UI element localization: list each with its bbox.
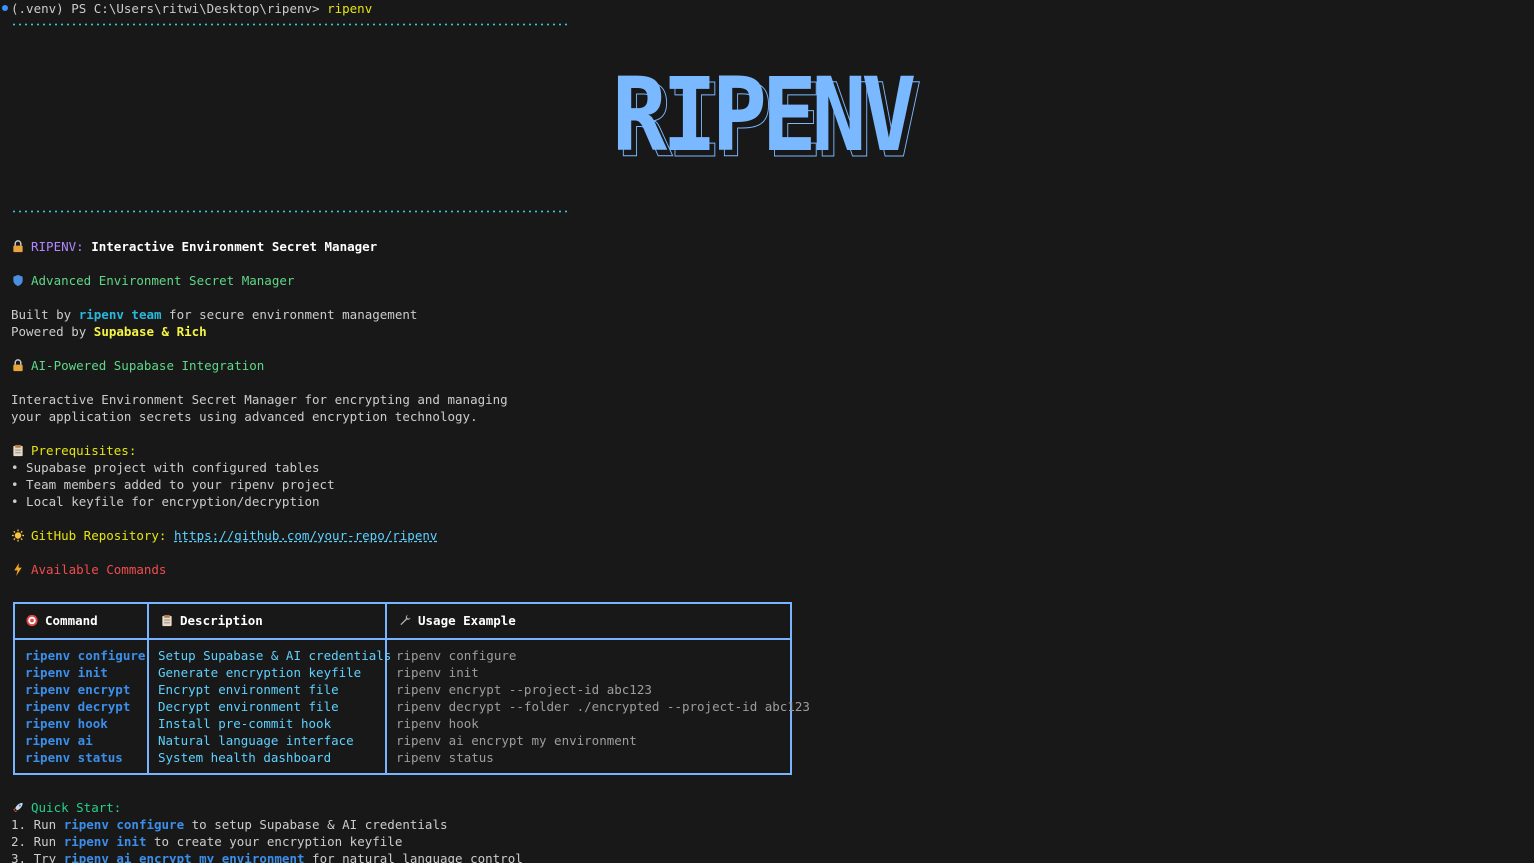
- github-line: GitHub Repository: https://github.com/yo…: [11, 527, 437, 544]
- logo-fill: RIPENV: [612, 66, 914, 164]
- header-title: Interactive Environment Secret Manager: [91, 239, 378, 254]
- clipboard-icon: [162, 614, 172, 627]
- description-cell: Encrypt environment file: [158, 682, 339, 697]
- command-cell: ripenv encrypt: [25, 682, 131, 697]
- github-label: GitHub Repository:: [31, 528, 167, 543]
- usage-cell: ripenv decrypt --folder ./encrypted --pr…: [396, 699, 810, 714]
- subtitle-text: Advanced Environment Secret Manager: [31, 273, 295, 288]
- powered-by-line: Powered by Supabase & Rich: [11, 324, 207, 339]
- prereq-heading: Prerequisites:: [11, 442, 136, 459]
- description-cell: Decrypt environment file: [158, 699, 339, 714]
- description-line-1: Interactive Environment Secret Manager f…: [11, 392, 508, 407]
- header-description: Description: [160, 604, 263, 638]
- quick-start-step: 3. Try ripenv ai encrypt my environment …: [11, 851, 523, 863]
- quick-start-heading: Quick Start:: [11, 799, 121, 816]
- subtitle-line: Advanced Environment Secret Manager: [11, 272, 294, 289]
- header-prefix: RIPENV:: [31, 239, 84, 254]
- header-command: Command: [25, 604, 98, 638]
- ai-heading: AI-Powered Supabase Integration: [11, 357, 264, 374]
- command-cell: ripenv configure: [25, 648, 146, 663]
- wrench-icon: [400, 614, 411, 626]
- quick-start-step: 2. Run ripenv init to create your encryp…: [11, 834, 403, 849]
- description-cell: Natural language interface: [158, 733, 354, 748]
- quick-start-step: 1. Run ripenv configure to setup Supabas…: [11, 817, 448, 832]
- dotted-divider-top: [11, 23, 571, 26]
- description-cell: Generate encryption keyfile: [158, 665, 362, 680]
- command-cell: ripenv status: [25, 750, 123, 765]
- rocket-icon: [13, 802, 23, 813]
- usage-cell: ripenv status: [396, 750, 494, 765]
- command-cell: ripenv hook: [25, 716, 108, 731]
- commands-heading: Available Commands: [11, 561, 166, 578]
- prompt-indicator: [2, 5, 8, 11]
- header-line: RIPENV: Interactive Environment Secret M…: [11, 238, 377, 255]
- usage-cell: ripenv ai encrypt my environment: [396, 733, 637, 748]
- usage-cell: ripenv configure: [396, 648, 517, 663]
- powered-by-name: Supabase & Rich: [93, 324, 207, 339]
- clipboard-icon: [13, 444, 23, 457]
- prereq-item: • Local keyfile for encryption/decryptio…: [11, 494, 320, 509]
- usage-cell: ripenv encrypt --project-id abc123: [396, 682, 652, 697]
- usage-cell: ripenv hook: [396, 716, 479, 731]
- lightning-icon: [14, 563, 22, 576]
- team-name: ripenv team: [78, 307, 162, 322]
- prompt-prefix: (.venv) PS C:\Users\ritwi\Desktop\ripenv…: [11, 1, 328, 16]
- command-cell: ripenv ai: [25, 733, 93, 748]
- target-icon: [26, 614, 38, 627]
- prereq-item: • Supabase project with configured table…: [11, 460, 320, 475]
- prompt-command: ripenv: [327, 1, 373, 16]
- built-by-line: Built by ripenv team for secure environm…: [11, 307, 418, 322]
- description-cell: System health dashboard: [158, 750, 332, 765]
- command-cell: ripenv decrypt: [25, 699, 131, 714]
- lock-icon: [13, 240, 23, 253]
- prompt-line[interactable]: (.venv) PS C:\Users\ritwi\Desktop\ripenv…: [11, 0, 372, 17]
- column-divider: [147, 604, 149, 773]
- commands-table: Command Description Usage Example ripenv…: [13, 602, 810, 775]
- ripenv-logo: RIPENV RIPENV: [612, 66, 926, 164]
- github-link[interactable]: https://github.com/your-repo/ripenv: [174, 528, 437, 543]
- description-cell: Setup Supabase & AI credentials: [158, 648, 392, 663]
- header-usage: Usage Example: [398, 604, 516, 638]
- usage-cell: ripenv init: [396, 665, 479, 680]
- lock-icon: [13, 359, 23, 372]
- dotted-divider-bottom: [11, 210, 571, 213]
- command-cell: ripenv init: [25, 665, 108, 680]
- star-icon: [11, 529, 25, 542]
- description-cell: Install pre-commit hook: [158, 716, 332, 731]
- column-divider: [385, 604, 387, 773]
- description-line-2: your application secrets using advanced …: [11, 409, 478, 424]
- shield-icon: [13, 274, 23, 287]
- prereq-item: • Team members added to your ripenv proj…: [11, 477, 335, 492]
